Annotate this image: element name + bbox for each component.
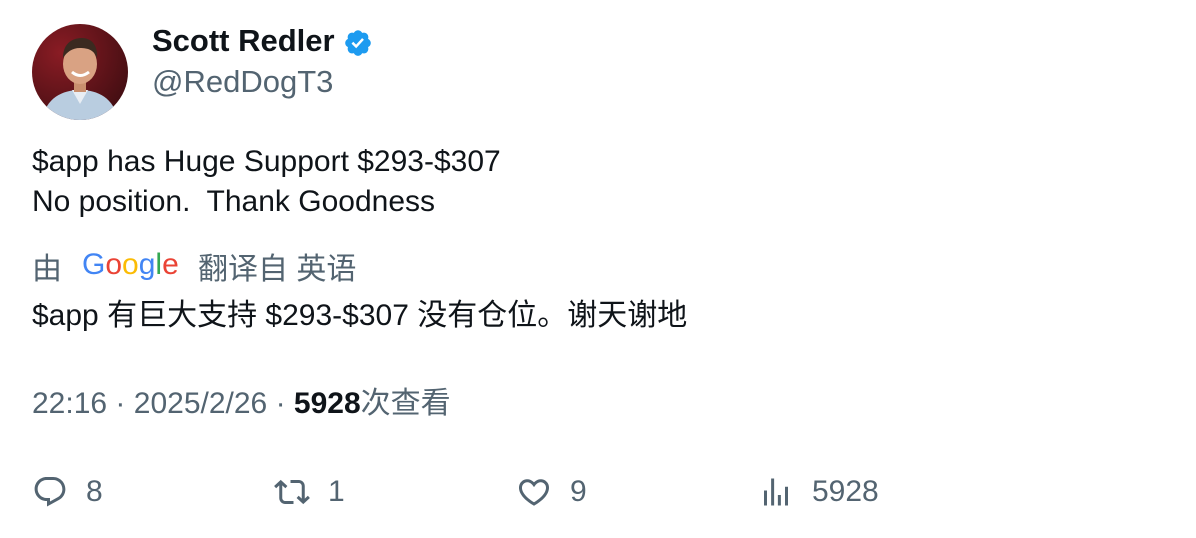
tweet-line: $app has Huge Support $293-$307 xyxy=(32,145,501,178)
author-name[interactable]: Scott Redler xyxy=(152,22,335,60)
views-button[interactable]: 5928 xyxy=(758,470,879,514)
analytics-icon xyxy=(764,478,788,506)
tweet-time[interactable]: 22:16 xyxy=(32,387,107,420)
avatar-image xyxy=(32,24,128,120)
like-button[interactable]: 9 xyxy=(516,470,587,514)
tweet-line: No position. Thank Goodness xyxy=(32,185,436,218)
retweet-icon xyxy=(274,479,310,505)
svg-text:Google: Google xyxy=(82,248,178,281)
like-count: 9 xyxy=(570,475,587,508)
heart-icon xyxy=(518,479,550,506)
meta-separator: · xyxy=(115,387,126,420)
retweet-button[interactable]: 1 xyxy=(274,470,345,514)
reply-count: 8 xyxy=(86,475,103,508)
views-action-count: 5928 xyxy=(812,475,879,508)
views-count: 5928 xyxy=(293,387,361,420)
reply-button[interactable]: 8 xyxy=(32,470,103,514)
tweet-date[interactable]: 2025/2/26 xyxy=(134,387,267,420)
google-logo: Google xyxy=(82,247,179,292)
views-label: 次查看 xyxy=(360,387,451,420)
action-bar: 8 1 9 5928 xyxy=(32,470,1172,514)
tweet-meta: 22:16 · 2025/2/26 · 5928次查看 xyxy=(32,384,451,424)
reply-icon xyxy=(34,477,66,507)
author-name-row: Scott Redler xyxy=(152,22,373,60)
translation-attribution[interactable]: 由 Google 翻译自 英语 xyxy=(32,247,356,292)
translation-prefix: 由 xyxy=(32,252,62,286)
tweet-text: $app has Huge Support $293-$307 No posit… xyxy=(32,142,501,222)
translated-text: $app 有巨大支持 $293-$307 没有仓位。谢天谢地 xyxy=(32,299,688,332)
meta-separator: · xyxy=(275,387,286,420)
author-handle[interactable]: @RedDogT3 xyxy=(152,63,333,101)
translation-suffix: 翻译自 英语 xyxy=(198,252,357,286)
verified-badge-icon[interactable] xyxy=(343,28,373,58)
retweet-count: 1 xyxy=(328,475,345,508)
avatar[interactable] xyxy=(32,24,128,120)
